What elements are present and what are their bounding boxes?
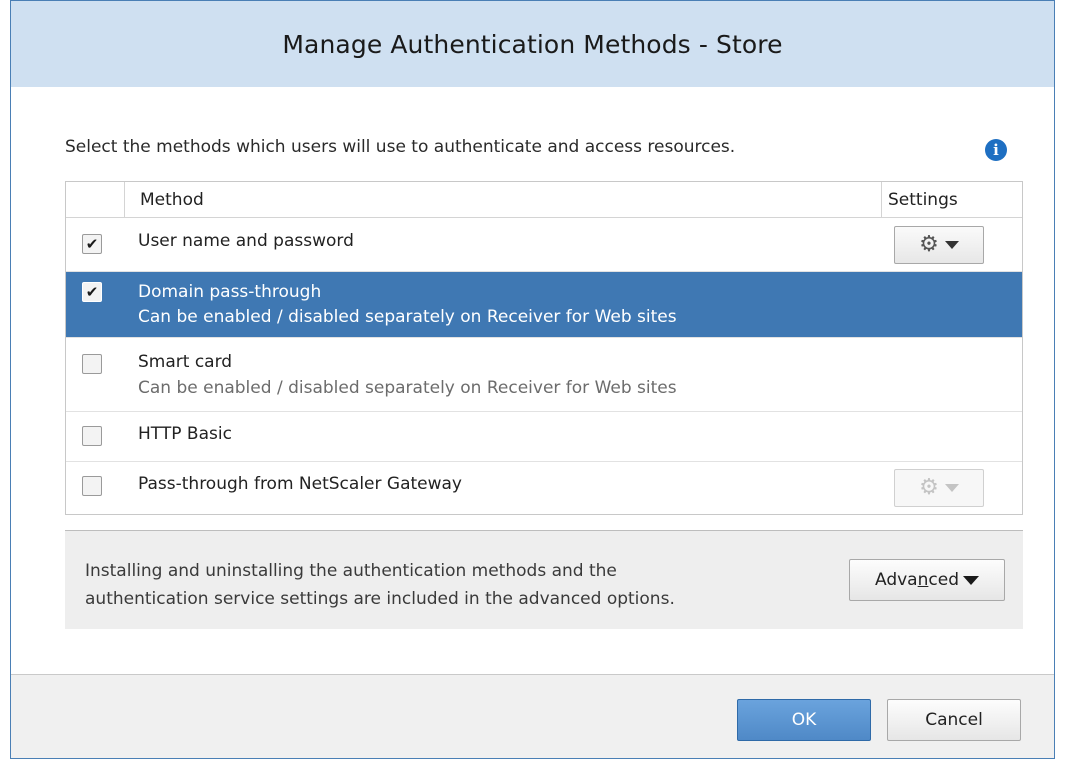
column-divider bbox=[124, 182, 125, 218]
settings-column-header: Settings bbox=[888, 190, 958, 210]
advanced-text-line-2: authentication service settings are incl… bbox=[85, 589, 675, 609]
method-row-netscaler-gateway[interactable]: Pass-through from NetScaler Gateway ⚙ bbox=[66, 462, 1022, 514]
method-row-domain-pass-through[interactable]: ✔ Domain pass-through Can be enabled / d… bbox=[66, 272, 1022, 338]
method-description: Can be enabled / disabled separately on … bbox=[138, 378, 677, 398]
checkbox-domain-pass-through[interactable]: ✔ bbox=[82, 282, 102, 302]
checkbox-netscaler-gateway[interactable] bbox=[82, 476, 102, 496]
checkbox-user-name-password[interactable]: ✔ bbox=[82, 234, 102, 254]
method-name: Domain pass-through bbox=[138, 282, 322, 302]
method-column-header: Method bbox=[140, 190, 204, 210]
advanced-button[interactable]: Advanced bbox=[849, 559, 1005, 601]
checkbox-smart-card[interactable] bbox=[82, 354, 102, 374]
settings-gear-button[interactable]: ⚙ bbox=[894, 226, 984, 264]
method-name: HTTP Basic bbox=[138, 424, 232, 444]
instruction-text: Select the methods which users will use … bbox=[65, 137, 736, 157]
checkbox-http-basic[interactable] bbox=[82, 426, 102, 446]
manage-auth-methods-dialog: Manage Authentication Methods - Store Se… bbox=[10, 0, 1055, 759]
chevron-down-icon bbox=[944, 484, 959, 492]
dialog-title: Manage Authentication Methods - Store bbox=[282, 29, 783, 59]
advanced-button-label: Advanced bbox=[875, 570, 959, 590]
checkmark-icon: ✔ bbox=[85, 235, 99, 253]
advanced-text-line-1: Installing and uninstalling the authenti… bbox=[85, 561, 617, 581]
advanced-options-panel: Installing and uninstalling the authenti… bbox=[65, 531, 1023, 629]
settings-gear-button-disabled[interactable]: ⚙ bbox=[894, 469, 984, 507]
gear-icon: ⚙ bbox=[919, 475, 939, 500]
column-divider bbox=[881, 182, 882, 218]
method-name: Smart card bbox=[138, 352, 233, 372]
dialog-footer: OK Cancel bbox=[11, 674, 1054, 758]
method-row-user-name-password[interactable]: ✔ User name and password ⚙ bbox=[66, 218, 1022, 272]
methods-table: Method Settings ✔ User name and password… bbox=[65, 181, 1023, 515]
cancel-button[interactable]: Cancel bbox=[887, 699, 1021, 741]
method-row-http-basic[interactable]: HTTP Basic bbox=[66, 412, 1022, 462]
advanced-description: Installing and uninstalling the authenti… bbox=[85, 557, 675, 613]
checkmark-icon: ✔ bbox=[85, 283, 99, 301]
ok-button[interactable]: OK bbox=[737, 699, 871, 741]
gear-icon: ⚙ bbox=[919, 232, 939, 257]
method-name: Pass-through from NetScaler Gateway bbox=[138, 474, 462, 494]
table-header: Method Settings bbox=[66, 182, 1022, 218]
method-description: Can be enabled / disabled separately on … bbox=[138, 307, 677, 327]
chevron-down-icon bbox=[963, 575, 979, 585]
chevron-down-icon bbox=[944, 241, 959, 249]
info-icon[interactable]: i bbox=[985, 139, 1007, 161]
method-name: User name and password bbox=[138, 231, 354, 251]
method-row-smart-card[interactable]: Smart card Can be enabled / disabled sep… bbox=[66, 338, 1022, 412]
title-bar: Manage Authentication Methods - Store bbox=[11, 1, 1054, 87]
